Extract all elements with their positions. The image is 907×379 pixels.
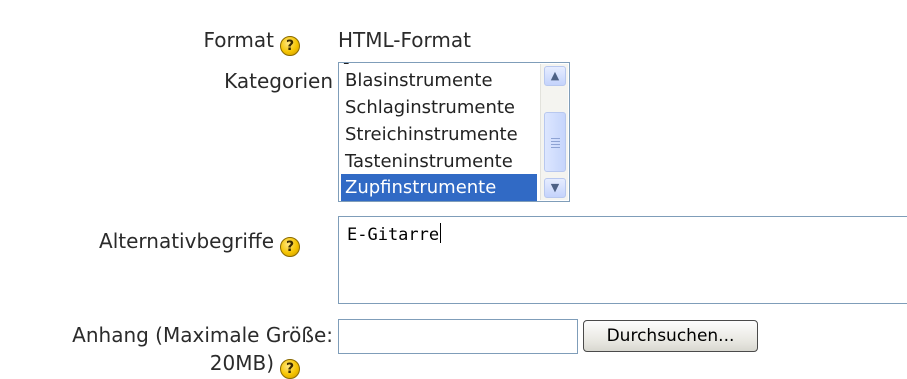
category-option[interactable]: Schlaginstrumente [341,94,537,121]
alternatives-label: Alternativbegriffe [99,229,274,253]
alternatives-textarea[interactable]: E-Gitarre [338,216,907,304]
glossary-entry-form: Format? HTML-Format Kategorien - Blasins… [0,0,907,379]
format-label: Format [203,28,274,52]
attachment-label-line1: Anhang (Maximale Größe: [72,323,333,347]
format-value: HTML-Format [338,28,471,52]
format-label-row: Format? [204,27,300,56]
alternatives-label-row: Alternativbegriffe? [99,228,300,257]
scrollbar-thumb[interactable] [544,112,566,172]
category-option[interactable]: Blasinstrumente [341,67,537,94]
grip-line [551,147,560,148]
arrow-down-icon[interactable]: ▼ [544,178,566,198]
attachment-file-input[interactable] [338,319,578,354]
arrow-up-icon[interactable]: ▲ [544,66,566,86]
grip-line [551,141,560,142]
category-option-selected[interactable]: Zupfinstrumente [341,174,537,201]
category-option[interactable]: Streichinstrumente [341,121,537,148]
help-icon[interactable]: ? [280,36,300,56]
grip-line [551,138,560,139]
category-option[interactable]: Tasteninstrumente [341,148,537,175]
categories-listbox[interactable]: - Blasinstrumente Schlaginstrumente Stre… [338,62,570,202]
attachment-label-row2: 20MB)? [210,350,300,379]
browse-button[interactable]: Durchsuchen... [583,320,758,352]
grip-line [551,144,560,145]
categories-label: Kategorien [224,69,333,93]
alternatives-value: E-Gitarre [347,225,440,245]
listbox-scrollbar[interactable]: ▲ ▼ [540,64,568,200]
help-icon[interactable]: ? [280,359,300,379]
help-icon[interactable]: ? [280,237,300,257]
attachment-label-line2: 20MB) [209,351,274,375]
text-caret [440,223,442,243]
